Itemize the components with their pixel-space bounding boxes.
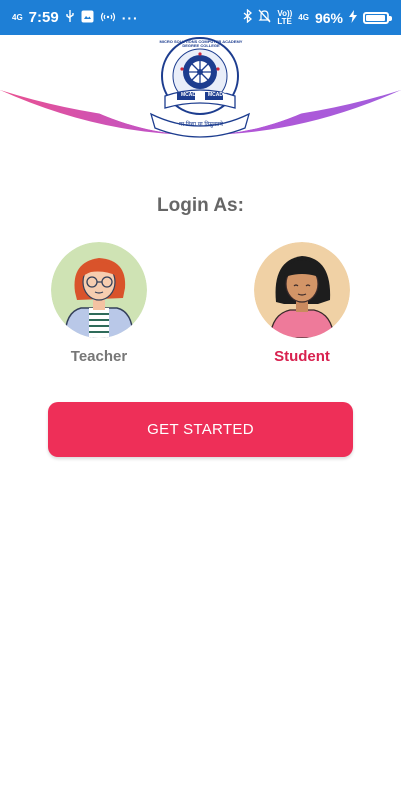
battery-percent: 96% xyxy=(314,9,343,26)
student-avatar[interactable] xyxy=(254,242,350,338)
bluetooth-icon xyxy=(243,8,253,26)
get-started-button[interactable]: GET STARTED xyxy=(48,402,353,457)
teacher-label[interactable]: Teacher xyxy=(44,348,154,365)
teacher-role-option[interactable]: Teacher xyxy=(44,242,154,365)
logo-text-top: MICRO SOLUTIONS COMPUTER ACADEMY DEGREE … xyxy=(159,40,243,48)
usb-icon xyxy=(65,9,75,26)
volte-indicator: Vo)) LTE xyxy=(277,9,292,26)
logo-badge-right: MCADC xyxy=(208,92,227,98)
charging-icon xyxy=(349,9,357,26)
logo-motto: मा विद्या या विमुक्तये xyxy=(179,122,223,128)
mute-icon xyxy=(258,9,271,26)
student-role-option[interactable]: Student xyxy=(247,242,357,365)
teacher-avatar[interactable] xyxy=(51,242,147,338)
college-logo: MCADC MCADC MICRO SOLUTIONS COMPUTER ACA… xyxy=(143,36,258,138)
status-bar-right: Vo)) LTE 4G 96% xyxy=(243,8,392,26)
login-as-title: Login As: xyxy=(157,195,244,216)
status-bar: 4G 7:59 ··· Vo)) LTE 4G 96% xyxy=(0,0,401,35)
battery-fill xyxy=(366,14,385,21)
logo-badge-left: MCADC xyxy=(181,92,200,98)
network-4g-indicator: 4G xyxy=(298,12,309,22)
battery-icon xyxy=(363,11,392,24)
photo-icon xyxy=(81,10,94,26)
status-bar-left: 4G 7:59 ··· xyxy=(12,9,139,26)
volte-bottom: LTE xyxy=(277,16,292,26)
network-indicator: 4G xyxy=(12,12,23,22)
nfc-icon xyxy=(100,10,116,26)
status-time: 7:59 xyxy=(28,9,59,26)
student-label[interactable]: Student xyxy=(247,348,357,365)
more-dots-icon: ··· xyxy=(121,9,139,26)
